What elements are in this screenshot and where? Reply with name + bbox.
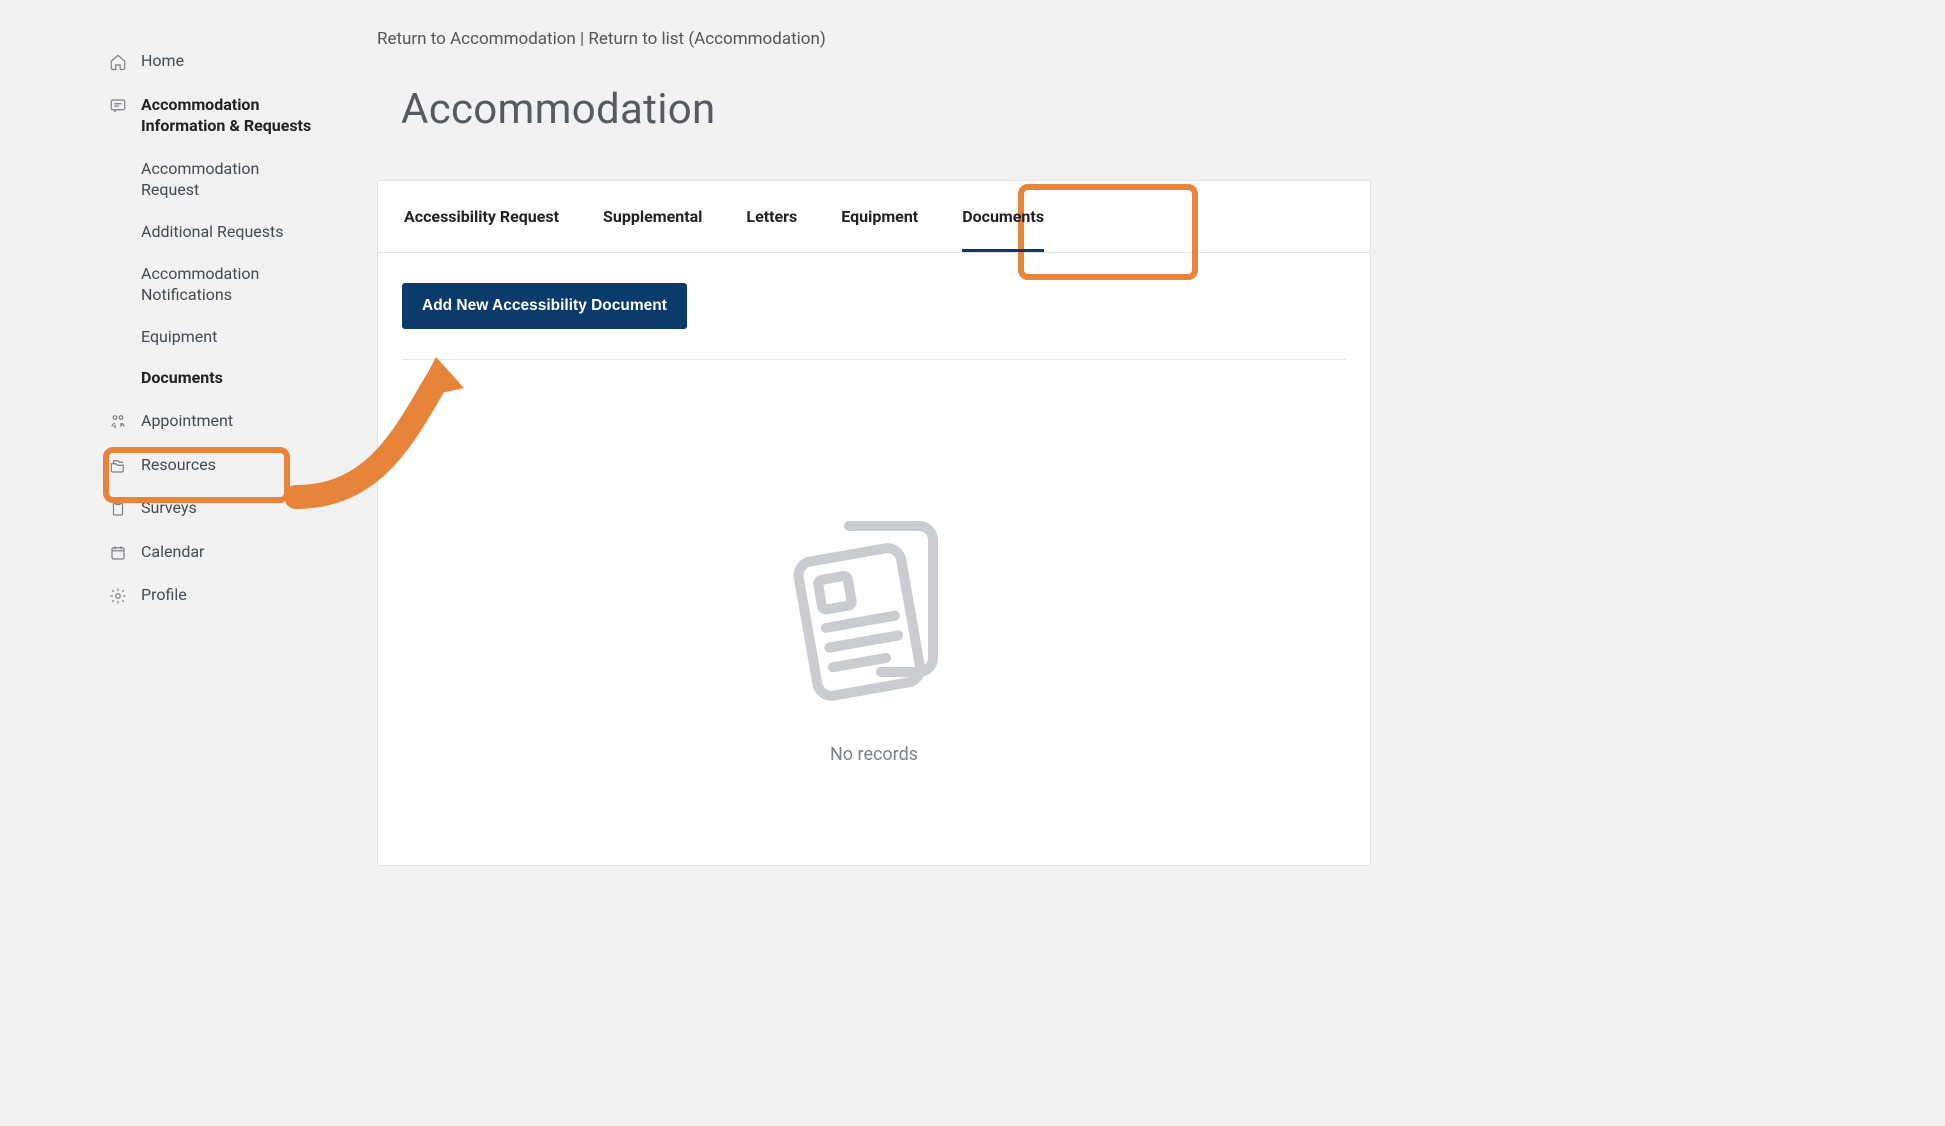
tab-supplemental[interactable]: Supplemental (581, 181, 724, 252)
main-content: Return to Accommodation | Return to list… (329, 15, 1911, 880)
gear-icon (109, 587, 127, 605)
card-body: Add New Accessibility Document (378, 253, 1370, 865)
breadcrumb-return-accommodation[interactable]: Return to Accommodation (377, 29, 576, 49)
sidebar-item-profile[interactable]: Profile (109, 573, 319, 617)
breadcrumb-separator: | (576, 29, 589, 49)
tab-letters[interactable]: Letters (724, 181, 819, 252)
breadcrumb: Return to Accommodation | Return to list… (377, 29, 1371, 49)
sidebar-subitem-equipment[interactable]: Equipment (141, 316, 319, 358)
sidebar-item-resources[interactable]: Resources (109, 443, 319, 487)
empty-state: No records (402, 360, 1346, 805)
sidebar-item-calendar[interactable]: Calendar (109, 530, 319, 574)
sidebar-item-label: Accommodation Information & Requests (141, 94, 319, 137)
sidebar-item-label: Resources (141, 454, 319, 476)
clipboard-icon (109, 500, 127, 518)
sidebar-item-surveys[interactable]: Surveys (109, 486, 319, 530)
sidebar-item-label: Surveys (141, 497, 319, 519)
sidebar-item-label: Home (141, 50, 319, 72)
sidebar-item-label: Appointment (141, 410, 319, 432)
content-card: Accessibility Request Supplemental Lette… (377, 180, 1371, 866)
calendar-icon (109, 544, 127, 562)
sidebar-item-accommodation-info[interactable]: Accommodation Information & Requests (109, 83, 319, 148)
sidebar: Home Accommodation Information & Request… (34, 15, 329, 880)
sidebar-subitem-additional-requests[interactable]: Additional Requests (141, 211, 319, 253)
folders-icon (109, 457, 127, 475)
tab-documents[interactable]: Documents (940, 181, 1066, 252)
add-document-button[interactable]: Add New Accessibility Document (402, 283, 687, 329)
sidebar-subitems: Accommodation Request Additional Request… (109, 148, 319, 399)
tabs: Accessibility Request Supplemental Lette… (378, 181, 1370, 253)
chat-icon (109, 97, 127, 115)
breadcrumb-return-list[interactable]: Return to list (Accommodation) (588, 29, 825, 49)
documents-empty-icon (779, 510, 969, 710)
sidebar-subitem-accommodation-request[interactable]: Accommodation Request (141, 148, 319, 211)
sidebar-subitem-accommodation-notifications[interactable]: Accommodation Notifications (141, 253, 319, 316)
empty-state-text: No records (830, 744, 918, 765)
page-title: Accommodation (401, 85, 1371, 134)
sidebar-item-home[interactable]: Home (109, 39, 319, 83)
people-swap-icon (109, 413, 127, 431)
sidebar-subitem-documents[interactable]: Documents (141, 357, 319, 399)
sidebar-item-appointment[interactable]: Appointment (109, 399, 319, 443)
home-icon (109, 53, 127, 71)
sidebar-item-label: Calendar (141, 541, 319, 563)
sidebar-item-label: Profile (141, 584, 319, 606)
tab-accessibility-request[interactable]: Accessibility Request (382, 181, 581, 252)
tab-equipment[interactable]: Equipment (819, 181, 940, 252)
